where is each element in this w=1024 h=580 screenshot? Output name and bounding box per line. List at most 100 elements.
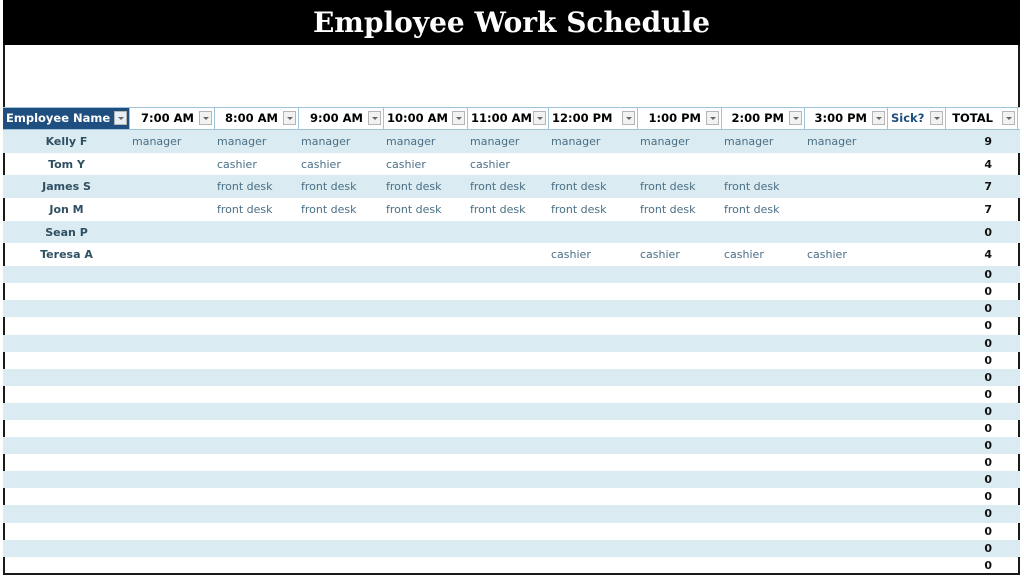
shift-cell[interactable]: cashier [215, 153, 299, 176]
shift-cell[interactable] [468, 523, 549, 540]
shift-cell[interactable] [130, 266, 215, 283]
filter-dropdown-icon[interactable] [706, 111, 719, 125]
shift-cell[interactable] [384, 317, 468, 334]
shift-cell[interactable] [722, 386, 805, 403]
shift-cell[interactable] [638, 557, 722, 574]
shift-cell[interactable] [215, 488, 299, 505]
employee-name-cell[interactable] [3, 454, 130, 471]
column-header-time-4[interactable]: 11:00 AM [468, 108, 549, 129]
shift-cell[interactable] [549, 266, 638, 283]
shift-cell[interactable] [130, 540, 215, 557]
shift-cell[interactable] [722, 153, 805, 176]
shift-cell[interactable] [384, 352, 468, 369]
sick-cell[interactable] [888, 221, 946, 244]
employee-name-cell[interactable]: Teresa A [3, 243, 130, 266]
shift-cell[interactable] [468, 557, 549, 574]
shift-cell[interactable] [638, 403, 722, 420]
shift-cell[interactable] [299, 523, 384, 540]
shift-cell[interactable] [130, 523, 215, 540]
shift-cell[interactable] [384, 505, 468, 522]
employee-name-cell[interactable] [3, 300, 130, 317]
shift-cell[interactable] [468, 420, 549, 437]
shift-cell[interactable] [805, 540, 888, 557]
shift-cell[interactable] [805, 420, 888, 437]
shift-cell[interactable] [888, 557, 946, 574]
shift-cell[interactable] [468, 386, 549, 403]
shift-cell[interactable] [384, 386, 468, 403]
shift-cell[interactable] [130, 437, 215, 454]
column-header-time-5[interactable]: 12:00 PM [549, 108, 638, 129]
shift-cell[interactable]: front desk [299, 175, 384, 198]
shift-cell[interactable] [722, 437, 805, 454]
shift-cell[interactable] [805, 221, 888, 244]
shift-cell[interactable] [549, 153, 638, 176]
shift-cell[interactable] [722, 523, 805, 540]
shift-cell[interactable] [130, 557, 215, 574]
shift-cell[interactable] [384, 523, 468, 540]
shift-cell[interactable] [722, 505, 805, 522]
column-header-time-0[interactable]: 7:00 AM [130, 108, 215, 129]
shift-cell[interactable] [722, 283, 805, 300]
shift-cell[interactable]: front desk [384, 198, 468, 221]
sick-cell[interactable] [888, 175, 946, 198]
employee-name-cell[interactable] [3, 540, 130, 557]
employee-name-cell[interactable] [3, 403, 130, 420]
shift-cell[interactable] [299, 221, 384, 244]
shift-cell[interactable] [299, 540, 384, 557]
filter-dropdown-icon[interactable] [283, 111, 296, 125]
shift-cell[interactable]: manager [299, 130, 384, 153]
shift-cell[interactable]: cashier [805, 243, 888, 266]
shift-cell[interactable] [299, 437, 384, 454]
shift-cell[interactable] [384, 454, 468, 471]
filter-dropdown-icon[interactable] [930, 111, 943, 125]
employee-name-cell[interactable] [3, 369, 130, 386]
shift-cell[interactable] [215, 369, 299, 386]
shift-cell[interactable] [638, 437, 722, 454]
shift-cell[interactable] [215, 283, 299, 300]
shift-cell[interactable] [130, 335, 215, 352]
shift-cell[interactable] [549, 437, 638, 454]
shift-cell[interactable] [888, 386, 946, 403]
shift-cell[interactable] [805, 523, 888, 540]
shift-cell[interactable] [299, 317, 384, 334]
shift-cell[interactable] [722, 317, 805, 334]
shift-cell[interactable] [468, 540, 549, 557]
shift-cell[interactable] [215, 352, 299, 369]
filter-dropdown-icon[interactable] [199, 111, 212, 125]
shift-cell[interactable] [130, 420, 215, 437]
shift-cell[interactable] [130, 369, 215, 386]
shift-cell[interactable] [549, 335, 638, 352]
shift-cell[interactable] [638, 317, 722, 334]
employee-name-cell[interactable] [3, 283, 130, 300]
shift-cell[interactable] [549, 540, 638, 557]
shift-cell[interactable] [549, 471, 638, 488]
shift-cell[interactable] [299, 488, 384, 505]
filter-dropdown-icon[interactable] [452, 111, 465, 125]
employee-name-cell[interactable] [3, 437, 130, 454]
shift-cell[interactable]: cashier [468, 153, 549, 176]
shift-cell[interactable] [549, 454, 638, 471]
shift-cell[interactable] [638, 153, 722, 176]
shift-cell[interactable] [805, 437, 888, 454]
shift-cell[interactable]: cashier [549, 243, 638, 266]
shift-cell[interactable] [805, 369, 888, 386]
shift-cell[interactable] [722, 300, 805, 317]
shift-cell[interactable] [722, 454, 805, 471]
shift-cell[interactable] [468, 221, 549, 244]
shift-cell[interactable] [549, 386, 638, 403]
shift-cell[interactable] [549, 523, 638, 540]
column-header-total[interactable]: TOTAL [946, 108, 1018, 129]
shift-cell[interactable] [299, 403, 384, 420]
shift-cell[interactable]: cashier [638, 243, 722, 266]
shift-cell[interactable] [468, 317, 549, 334]
shift-cell[interactable] [299, 335, 384, 352]
shift-cell[interactable] [888, 420, 946, 437]
shift-cell[interactable]: front desk [722, 175, 805, 198]
shift-cell[interactable] [805, 352, 888, 369]
employee-name-cell[interactable] [3, 505, 130, 522]
shift-cell[interactable] [805, 266, 888, 283]
shift-cell[interactable] [549, 369, 638, 386]
shift-cell[interactable]: manager [384, 130, 468, 153]
shift-cell[interactable] [215, 437, 299, 454]
shift-cell[interactable]: manager [549, 130, 638, 153]
